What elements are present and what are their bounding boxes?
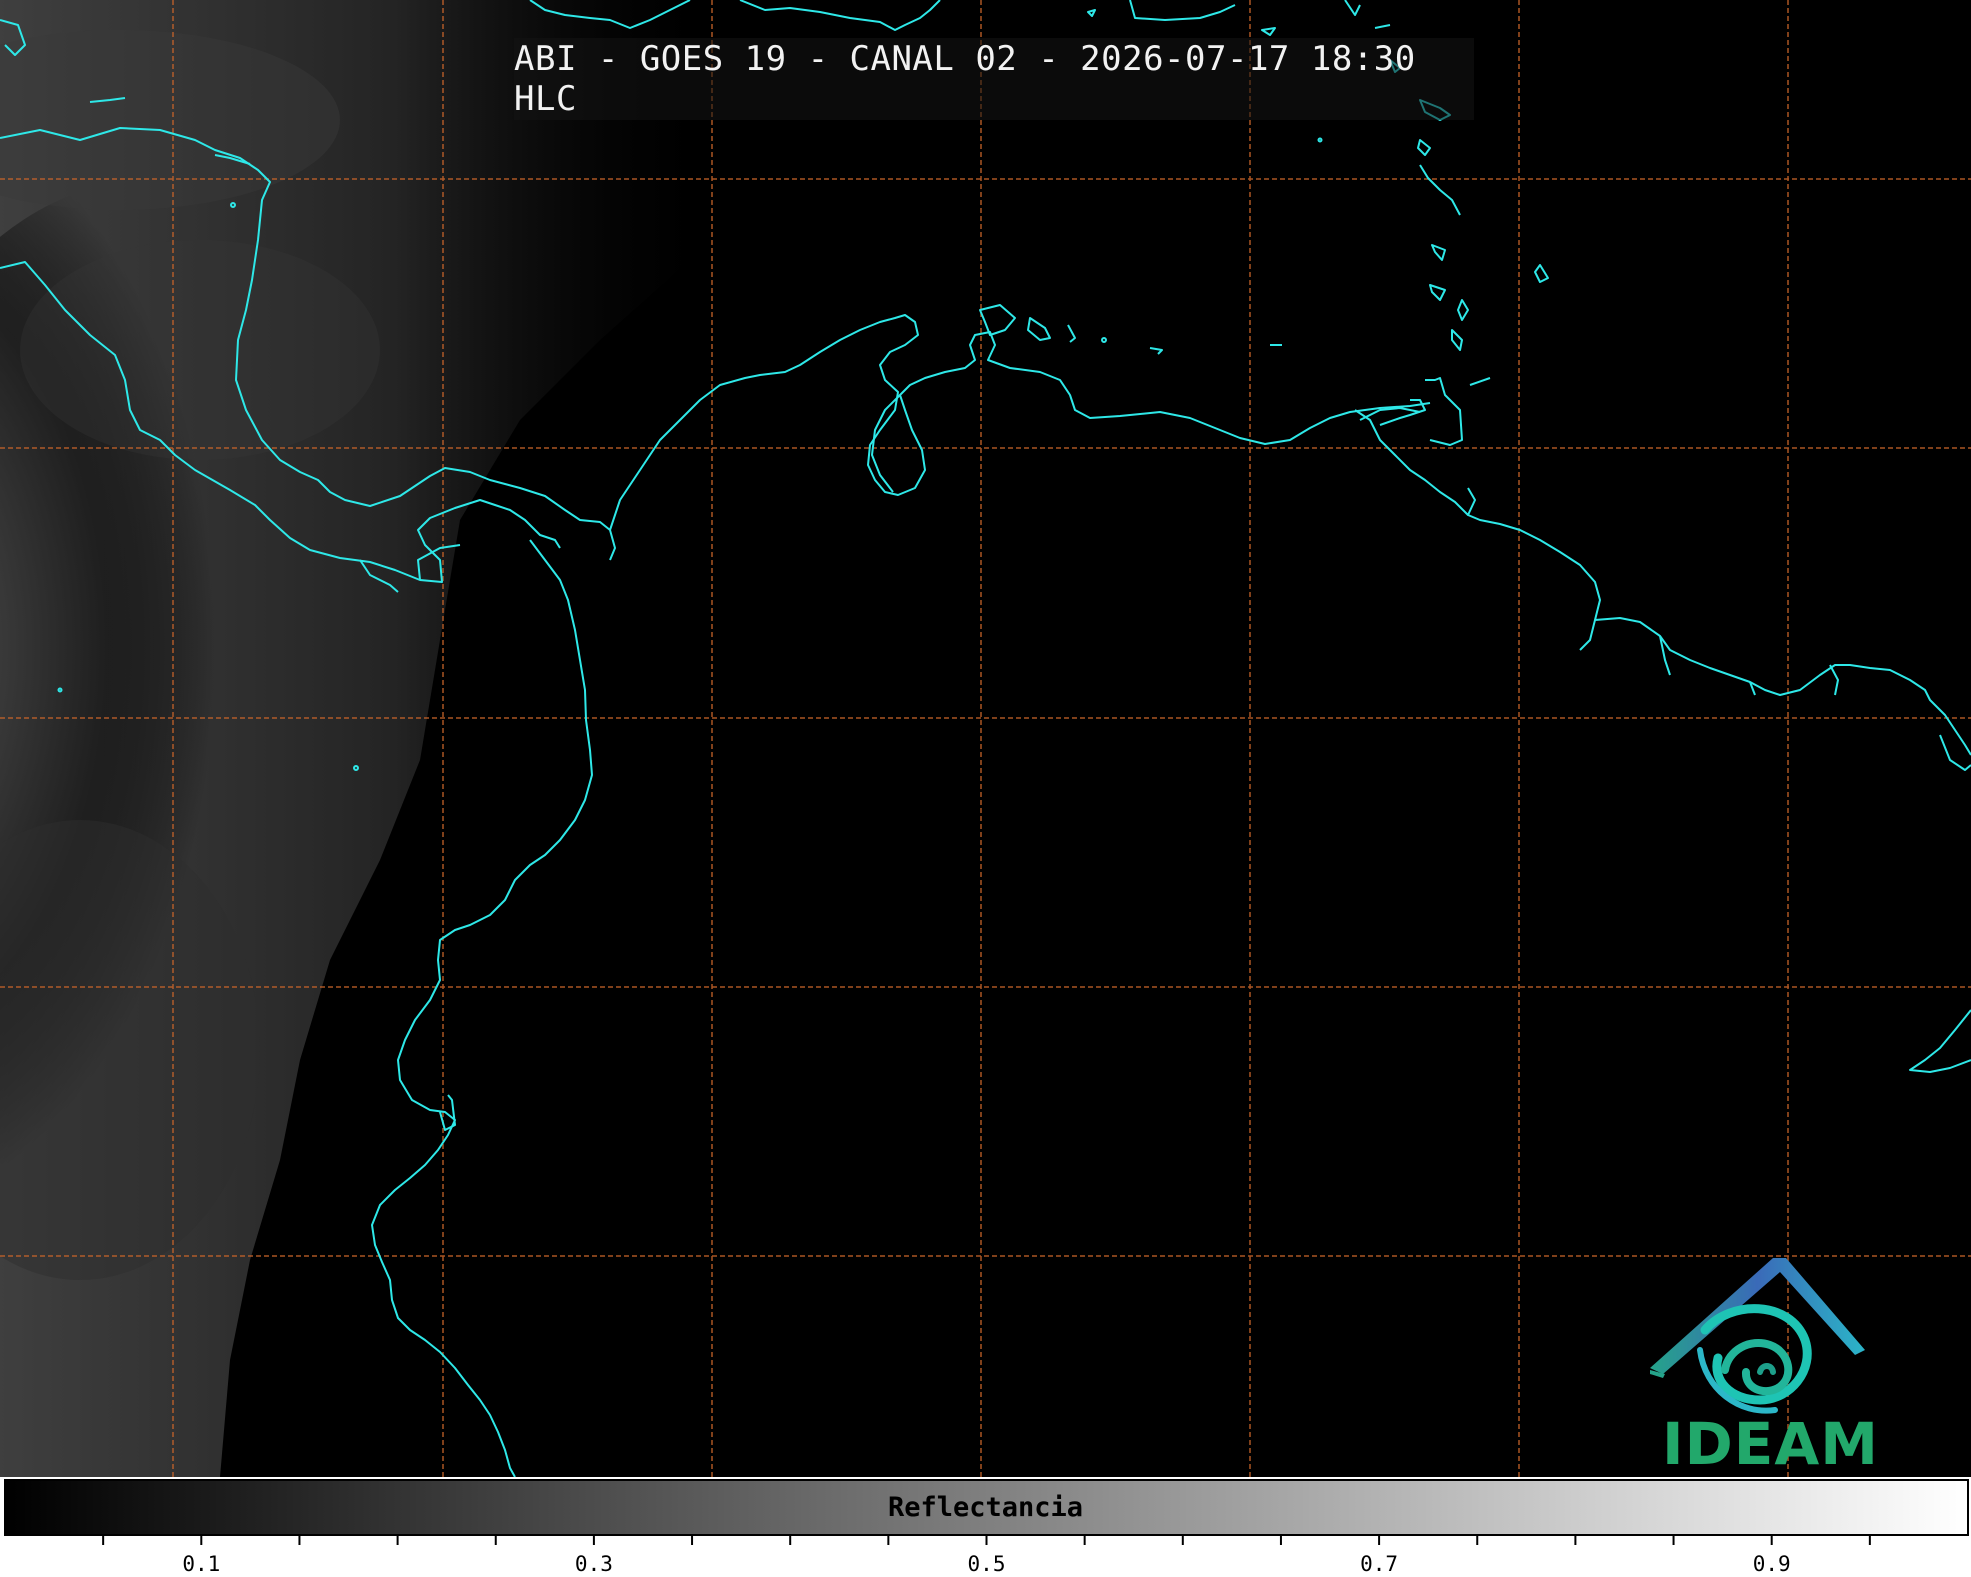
colorbar-tick-label: 0.5 <box>967 1552 1006 1576</box>
colorbar-tick-label: 0.7 <box>1360 1552 1399 1576</box>
colorbar-tick-label: 0.1 <box>182 1552 221 1576</box>
colorbar-tick-label: 0.9 <box>1752 1552 1791 1576</box>
colorbar-tick-labels: 0.1 0.3 0.5 0.7 0.9 <box>0 0 1971 1577</box>
colorbar-tick-label: 0.3 <box>574 1552 613 1576</box>
